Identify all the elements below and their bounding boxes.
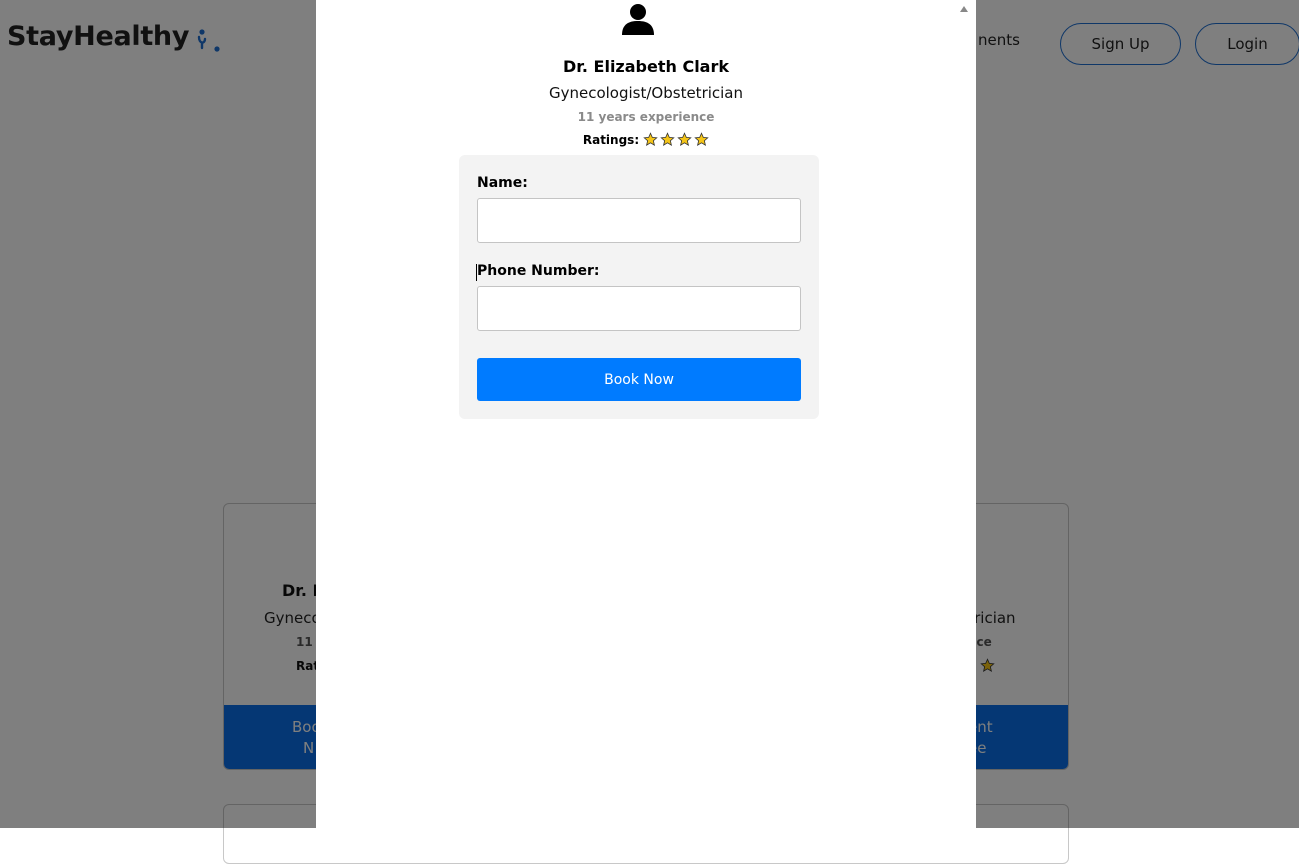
doctor-name: Dr. Elizabeth Clark (562, 57, 729, 76)
booking-modal: Dr. Elizabeth Clark Gynecologist/Obstetr… (316, 0, 976, 828)
doctor-ratings: Ratings: (316, 132, 976, 147)
phone-label: Phone Number: (475, 263, 600, 281)
ratings-label: Ratings: (582, 132, 640, 147)
person-icon (622, 4, 654, 35)
star-icon (677, 132, 692, 146)
rating-stars (643, 132, 709, 147)
book-now-button[interactable]: Book Now (477, 358, 801, 401)
name-input[interactable] (477, 198, 801, 243)
name-label: Name: (477, 175, 528, 191)
phone-input[interactable] (477, 286, 801, 331)
booking-form: Name: Phone Number: Book Now (459, 155, 819, 419)
star-icon (694, 132, 709, 146)
doctor-experience: 11 years experience (577, 110, 715, 124)
scroll-up-arrow[interactable] (960, 6, 968, 12)
doctor-specialty: Gynecologist/Obstetrician (548, 84, 744, 102)
star-icon (660, 132, 675, 146)
star-icon (643, 132, 658, 146)
